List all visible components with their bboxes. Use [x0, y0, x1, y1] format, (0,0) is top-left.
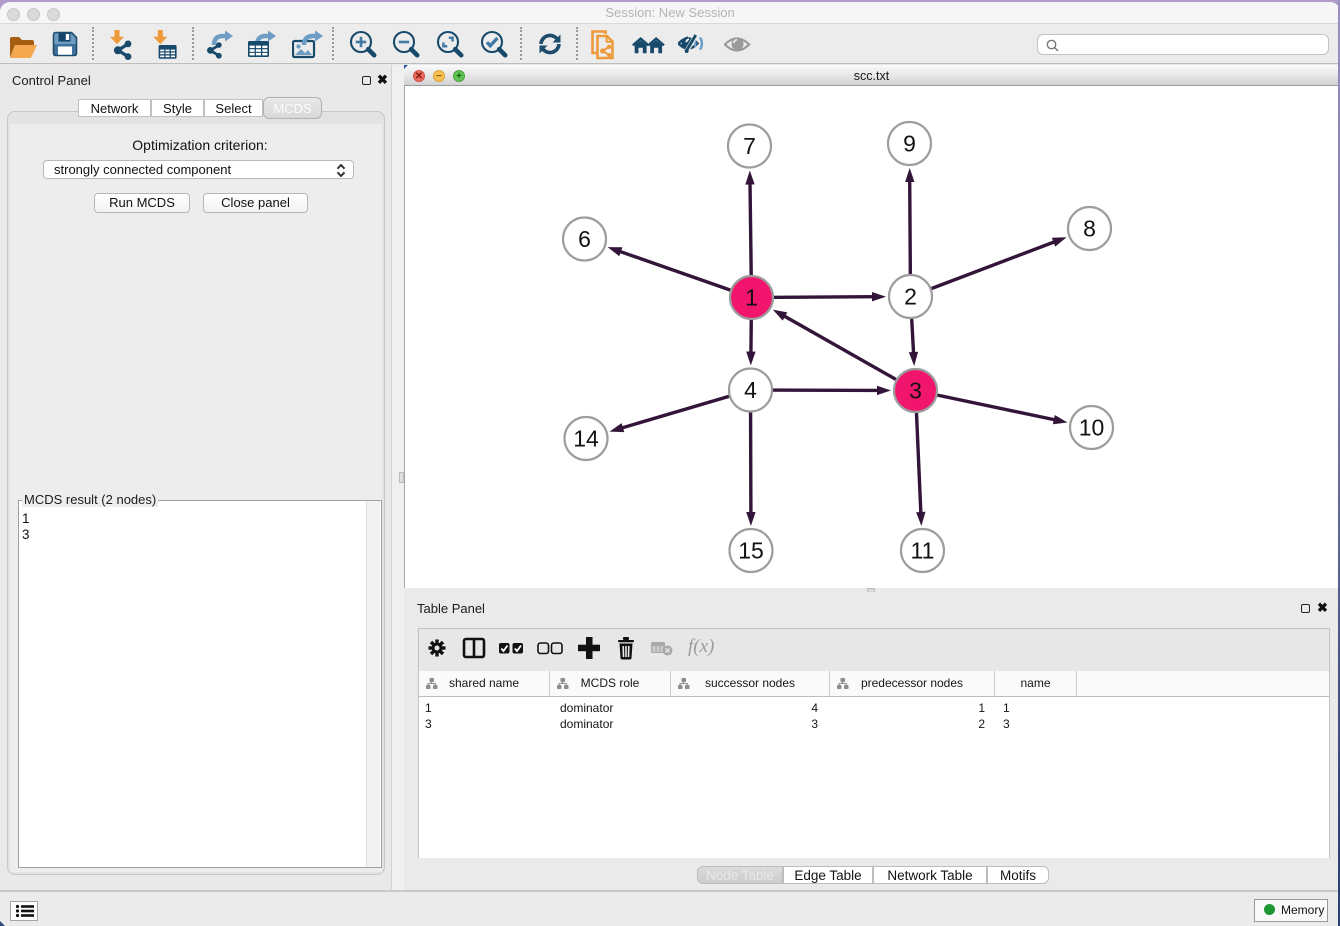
svg-text:14: 14 — [573, 426, 599, 452]
svg-text:6: 6 — [578, 226, 591, 252]
svg-text:4: 4 — [744, 377, 757, 403]
svg-text:2: 2 — [904, 284, 917, 310]
svg-text:8: 8 — [1083, 216, 1096, 242]
svg-text:9: 9 — [903, 131, 916, 157]
svg-text:10: 10 — [1078, 415, 1104, 441]
svg-text:3: 3 — [909, 378, 922, 404]
svg-text:15: 15 — [738, 538, 764, 564]
svg-text:7: 7 — [743, 133, 756, 159]
svg-text:11: 11 — [910, 538, 934, 564]
svg-text:1: 1 — [745, 285, 758, 311]
